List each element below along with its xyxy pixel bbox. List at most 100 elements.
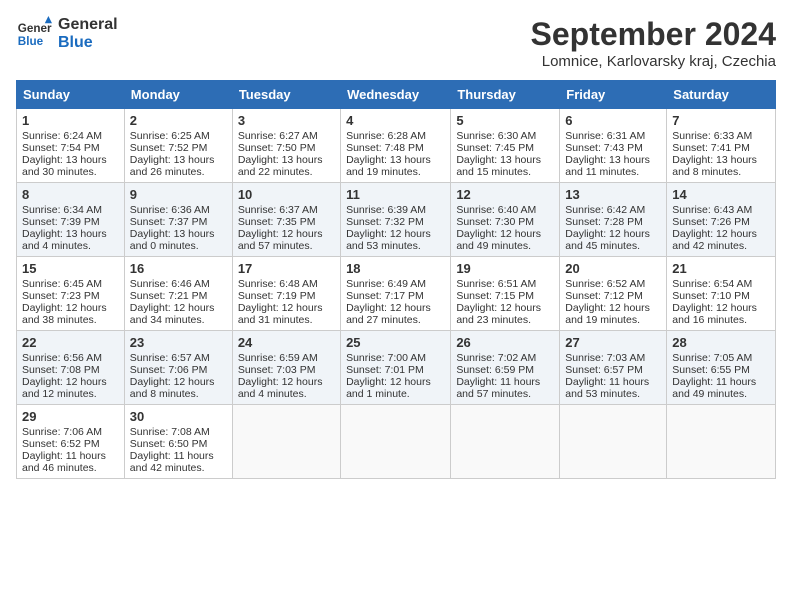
day-info: Daylight: 11 hours — [565, 376, 661, 388]
day-info: and 22 minutes. — [238, 166, 335, 178]
day-info: Sunrise: 6:27 AM — [238, 130, 335, 142]
calendar-cell — [232, 405, 340, 479]
day-info: Sunrise: 6:30 AM — [456, 130, 554, 142]
calendar-cell: 23Sunrise: 6:57 AMSunset: 7:06 PMDayligh… — [124, 331, 232, 405]
day-info: Sunrise: 6:49 AM — [346, 278, 445, 290]
day-info: Sunset: 6:55 PM — [672, 364, 770, 376]
day-info: Sunset: 7:54 PM — [22, 142, 119, 154]
day-number: 22 — [22, 335, 119, 350]
day-info: and 34 minutes. — [130, 314, 227, 326]
calendar-cell: 10Sunrise: 6:37 AMSunset: 7:35 PMDayligh… — [232, 183, 340, 257]
calendar-cell: 8Sunrise: 6:34 AMSunset: 7:39 PMDaylight… — [17, 183, 125, 257]
day-number: 13 — [565, 187, 661, 202]
day-info: Daylight: 12 hours — [238, 376, 335, 388]
day-info: and 15 minutes. — [456, 166, 554, 178]
day-number: 14 — [672, 187, 770, 202]
day-info: Daylight: 12 hours — [346, 228, 445, 240]
day-info: and 30 minutes. — [22, 166, 119, 178]
day-number: 29 — [22, 409, 119, 424]
logo-icon: General Blue — [16, 16, 52, 52]
day-number: 19 — [456, 261, 554, 276]
day-info: Sunset: 7:15 PM — [456, 290, 554, 302]
day-info: Sunset: 6:57 PM — [565, 364, 661, 376]
col-header-monday: Monday — [124, 81, 232, 109]
day-info: and 11 minutes. — [565, 166, 661, 178]
day-number: 23 — [130, 335, 227, 350]
calendar-cell: 18Sunrise: 6:49 AMSunset: 7:17 PMDayligh… — [341, 257, 451, 331]
day-info: and 16 minutes. — [672, 314, 770, 326]
day-info: Sunrise: 6:56 AM — [22, 352, 119, 364]
day-info: and 31 minutes. — [238, 314, 335, 326]
day-info: Sunset: 7:39 PM — [22, 216, 119, 228]
calendar-cell — [341, 405, 451, 479]
day-info: and 19 minutes. — [346, 166, 445, 178]
calendar-cell: 22Sunrise: 6:56 AMSunset: 7:08 PMDayligh… — [17, 331, 125, 405]
day-info: Sunrise: 7:08 AM — [130, 426, 227, 438]
day-info: Sunset: 7:50 PM — [238, 142, 335, 154]
day-number: 11 — [346, 187, 445, 202]
day-info: Sunset: 7:08 PM — [22, 364, 119, 376]
day-info: and 4 minutes. — [238, 388, 335, 400]
day-info: Daylight: 13 hours — [22, 154, 119, 166]
calendar-cell: 30Sunrise: 7:08 AMSunset: 6:50 PMDayligh… — [124, 405, 232, 479]
day-info: Daylight: 12 hours — [22, 302, 119, 314]
calendar-week-row: 1Sunrise: 6:24 AMSunset: 7:54 PMDaylight… — [17, 109, 776, 183]
day-info: Sunrise: 6:42 AM — [565, 204, 661, 216]
day-info: and 53 minutes. — [565, 388, 661, 400]
calendar-cell: 27Sunrise: 7:03 AMSunset: 6:57 PMDayligh… — [560, 331, 667, 405]
calendar-cell: 9Sunrise: 6:36 AMSunset: 7:37 PMDaylight… — [124, 183, 232, 257]
day-info: Sunrise: 6:52 AM — [565, 278, 661, 290]
day-info: Sunrise: 6:57 AM — [130, 352, 227, 364]
location-title: Lomnice, Karlovarsky kraj, Czechia — [531, 53, 776, 70]
day-info: and 12 minutes. — [22, 388, 119, 400]
day-info: and 8 minutes. — [672, 166, 770, 178]
day-info: Sunset: 7:41 PM — [672, 142, 770, 154]
day-info: and 49 minutes. — [672, 388, 770, 400]
logo: General Blue General Blue — [16, 16, 118, 52]
day-info: Daylight: 13 hours — [456, 154, 554, 166]
day-info: Sunrise: 7:05 AM — [672, 352, 770, 364]
day-info: Sunrise: 6:51 AM — [456, 278, 554, 290]
calendar-cell: 2Sunrise: 6:25 AMSunset: 7:52 PMDaylight… — [124, 109, 232, 183]
day-number: 26 — [456, 335, 554, 350]
day-info: and 57 minutes. — [238, 240, 335, 252]
calendar-cell: 6Sunrise: 6:31 AMSunset: 7:43 PMDaylight… — [560, 109, 667, 183]
day-info: Sunrise: 7:03 AM — [565, 352, 661, 364]
day-info: and 4 minutes. — [22, 240, 119, 252]
calendar-cell: 3Sunrise: 6:27 AMSunset: 7:50 PMDaylight… — [232, 109, 340, 183]
day-info: Sunset: 7:01 PM — [346, 364, 445, 376]
day-info: Daylight: 13 hours — [130, 154, 227, 166]
day-info: Daylight: 12 hours — [672, 302, 770, 314]
day-info: Sunset: 7:52 PM — [130, 142, 227, 154]
day-info: Sunrise: 6:40 AM — [456, 204, 554, 216]
day-info: and 45 minutes. — [565, 240, 661, 252]
calendar-cell: 29Sunrise: 7:06 AMSunset: 6:52 PMDayligh… — [17, 405, 125, 479]
col-header-sunday: Sunday — [17, 81, 125, 109]
day-info: Sunset: 7:43 PM — [565, 142, 661, 154]
day-info: Sunset: 7:03 PM — [238, 364, 335, 376]
calendar-cell: 20Sunrise: 6:52 AMSunset: 7:12 PMDayligh… — [560, 257, 667, 331]
day-info: Sunrise: 6:31 AM — [565, 130, 661, 142]
calendar-table: SundayMondayTuesdayWednesdayThursdayFrid… — [16, 80, 776, 479]
day-info: and 27 minutes. — [346, 314, 445, 326]
day-info: Daylight: 13 hours — [22, 228, 119, 240]
day-info: Sunrise: 7:02 AM — [456, 352, 554, 364]
day-number: 7 — [672, 113, 770, 128]
day-info: Sunrise: 7:00 AM — [346, 352, 445, 364]
day-info: Daylight: 12 hours — [456, 302, 554, 314]
day-info: Sunset: 7:28 PM — [565, 216, 661, 228]
day-info: Sunset: 7:21 PM — [130, 290, 227, 302]
col-header-tuesday: Tuesday — [232, 81, 340, 109]
day-info: Sunrise: 7:06 AM — [22, 426, 119, 438]
calendar-cell: 17Sunrise: 6:48 AMSunset: 7:19 PMDayligh… — [232, 257, 340, 331]
day-number: 15 — [22, 261, 119, 276]
calendar-cell: 5Sunrise: 6:30 AMSunset: 7:45 PMDaylight… — [451, 109, 560, 183]
day-info: Daylight: 11 hours — [672, 376, 770, 388]
day-number: 4 — [346, 113, 445, 128]
day-info: Daylight: 13 hours — [672, 154, 770, 166]
day-info: Daylight: 12 hours — [456, 228, 554, 240]
col-header-thursday: Thursday — [451, 81, 560, 109]
calendar-cell: 24Sunrise: 6:59 AMSunset: 7:03 PMDayligh… — [232, 331, 340, 405]
day-info: and 42 minutes. — [672, 240, 770, 252]
day-info: Daylight: 13 hours — [346, 154, 445, 166]
